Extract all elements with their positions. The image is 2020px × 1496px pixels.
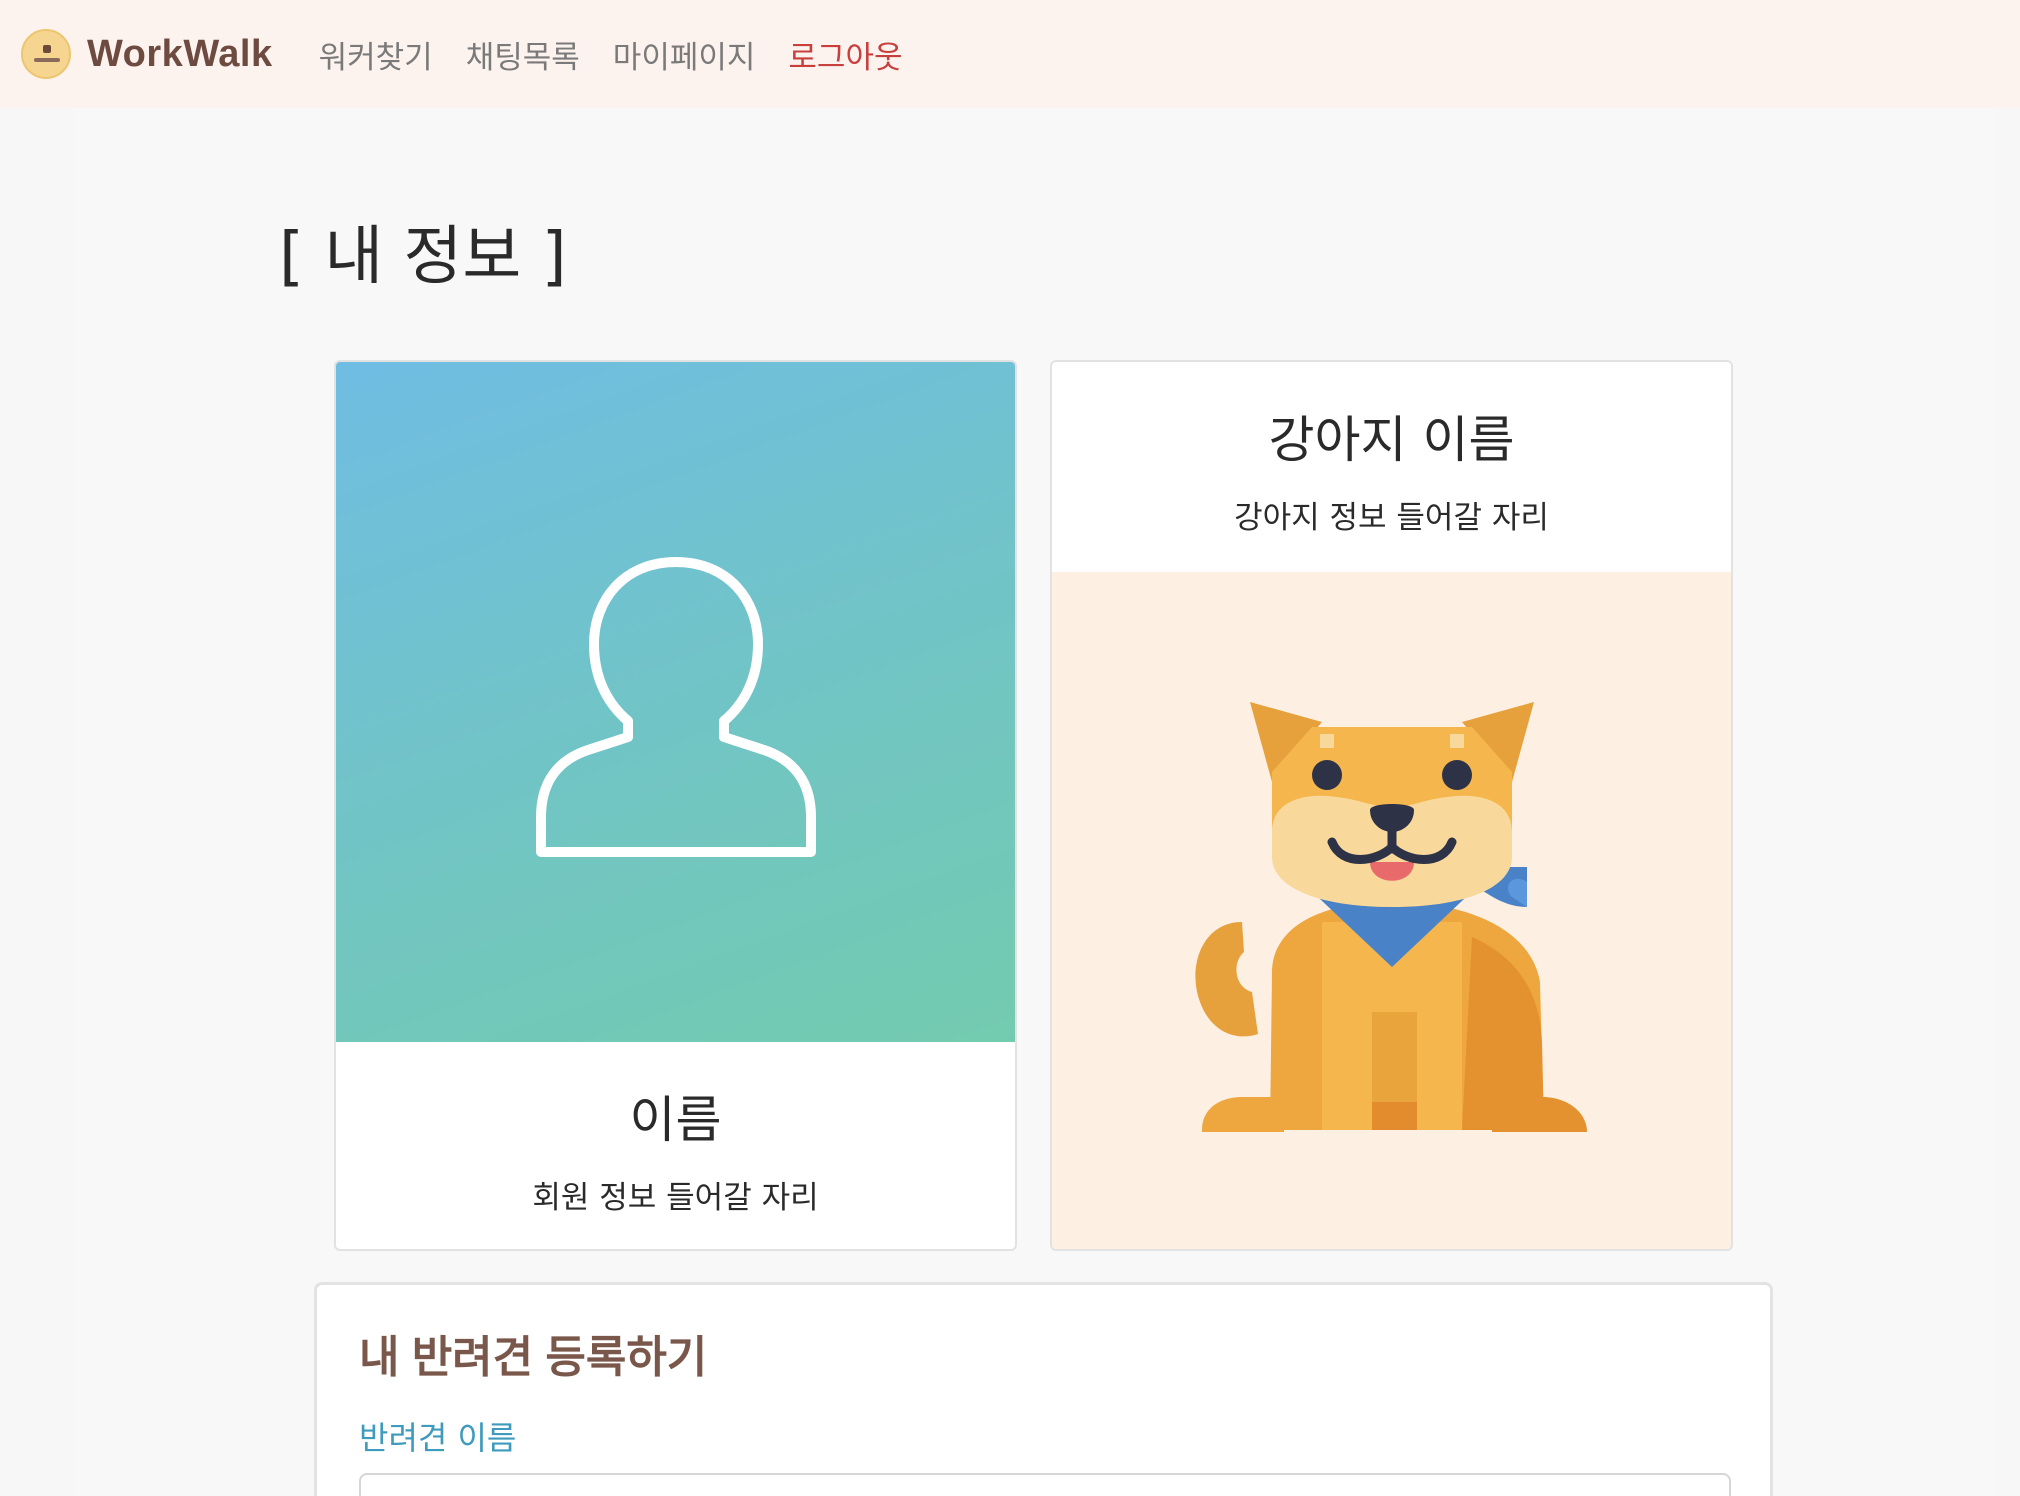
user-info: 회원 정보 들어갈 자리 <box>532 1180 819 1216</box>
user-profile-card: 이름 회원 정보 들어갈 자리 <box>334 360 1017 1251</box>
brand-link[interactable]: WorkWalk <box>21 29 273 79</box>
dog-info: 강아지 정보 들어갈 자리 <box>1234 500 1549 536</box>
nav-find-worker[interactable]: 워커찾기 <box>319 32 433 77</box>
user-avatar <box>336 362 1015 1042</box>
nav-my-page[interactable]: 마이페이지 <box>613 32 756 77</box>
page-title: [ 내 정보 ] <box>279 220 567 294</box>
user-name: 이름 <box>629 1091 722 1149</box>
nav-chat-list[interactable]: 채팅목록 <box>466 32 580 77</box>
dog-name: 강아지 이름 <box>1268 411 1515 469</box>
nav-logout[interactable]: 로그아웃 <box>788 32 902 77</box>
brand-name: WorkWalk <box>87 32 273 75</box>
dog-name-input[interactable] <box>359 1473 1731 1496</box>
workwalk-logo-icon <box>21 29 71 79</box>
form-title: 내 반려견 등록하기 <box>359 1333 708 1382</box>
dog-profile-card: 강아지 이름 강아지 정보 들어갈 자리 <box>1050 360 1733 1251</box>
top-navbar: WorkWalk 워커찾기 채팅목록 마이페이지 로그아웃 <box>0 0 2020 108</box>
dog-image <box>1052 572 1731 1249</box>
dog-name-label: 반려견 이름 <box>359 1419 517 1457</box>
register-dog-form: 내 반려견 등록하기 반려견 이름 <box>314 1282 1773 1496</box>
shiba-dog-icon <box>1194 701 1587 1132</box>
nav-links: 워커찾기 채팅목록 마이페이지 로그아웃 <box>319 32 936 77</box>
user-silhouette-icon <box>535 557 816 857</box>
